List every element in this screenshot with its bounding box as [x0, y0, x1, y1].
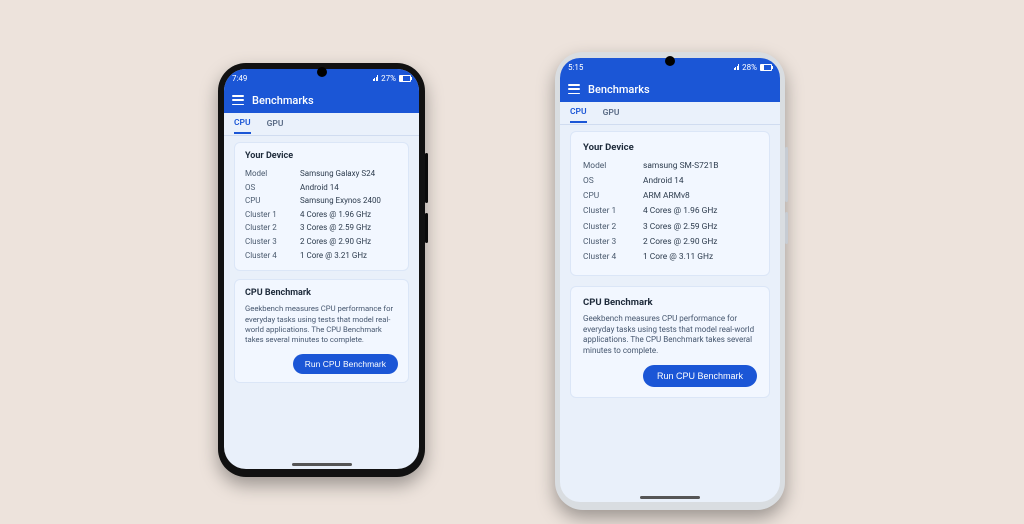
camera-hole	[317, 67, 327, 77]
phone-left-screen: 7:49 27% Benchmarks CPU GPU Your Device …	[224, 69, 419, 469]
spec-row: Cluster 14 Cores @ 1.96 GHz	[245, 208, 398, 222]
spec-value: 3 Cores @ 2.59 GHz	[643, 220, 757, 235]
comparison-surface: 7:49 27% Benchmarks CPU GPU Your Device …	[0, 0, 1024, 524]
spec-label: Cluster 2	[583, 220, 643, 235]
spec-row: Modelsamsung SM-S721B	[583, 159, 757, 174]
app-bar: Benchmarks	[224, 87, 419, 113]
run-cpu-benchmark-button[interactable]: Run CPU Benchmark	[643, 365, 757, 387]
spec-value: ARM ARMv8	[643, 189, 757, 204]
benchmark-description: Geekbench measures CPU performance for e…	[583, 314, 757, 357]
status-time: 5:15	[568, 63, 583, 72]
spec-value: 2 Cores @ 2.90 GHz	[300, 235, 398, 249]
app-title: Benchmarks	[588, 83, 650, 96]
spec-value: 1 Core @ 3.11 GHz	[643, 250, 757, 265]
content-area: Your Device ModelSamsung Galaxy S24 OSAn…	[224, 136, 419, 399]
status-right: 28%	[734, 63, 772, 72]
spec-value: samsung SM-S721B	[643, 159, 757, 174]
tabs: CPU GPU	[560, 102, 780, 125]
device-card: Your Device Modelsamsung SM-S721B OSAndr…	[570, 131, 770, 276]
nav-handle[interactable]	[292, 463, 352, 466]
battery-icon	[399, 75, 411, 82]
benchmark-card: CPU Benchmark Geekbench measures CPU per…	[570, 286, 770, 398]
spec-label: Cluster 3	[583, 235, 643, 250]
spec-value: Samsung Exynos 2400	[300, 194, 398, 208]
spec-row: Cluster 23 Cores @ 2.59 GHz	[245, 221, 398, 235]
status-time: 7:49	[232, 74, 247, 83]
spec-label: Model	[245, 167, 300, 181]
spec-row: Cluster 41 Core @ 3.11 GHz	[583, 250, 757, 265]
menu-icon[interactable]	[232, 95, 244, 105]
battery-pct: 27%	[381, 74, 396, 83]
device-card-title: Your Device	[245, 151, 398, 161]
spec-label: Cluster 1	[583, 204, 643, 219]
spec-label: Cluster 4	[245, 249, 300, 263]
spec-row: Cluster 32 Cores @ 2.90 GHz	[245, 235, 398, 249]
spec-value: Samsung Galaxy S24	[300, 167, 398, 181]
content-area: Your Device Modelsamsung SM-S721B OSAndr…	[560, 125, 780, 416]
spec-label: Cluster 3	[245, 235, 300, 249]
tab-gpu[interactable]: GPU	[603, 104, 620, 122]
spec-label: Model	[583, 159, 643, 174]
device-card: Your Device ModelSamsung Galaxy S24 OSAn…	[234, 142, 409, 271]
spec-row: ModelSamsung Galaxy S24	[245, 167, 398, 181]
app-title: Benchmarks	[252, 94, 314, 107]
signal-icon	[373, 75, 379, 81]
app-bar: Benchmarks	[560, 76, 780, 102]
tab-cpu[interactable]: CPU	[570, 103, 587, 123]
tabs: CPU GPU	[224, 113, 419, 136]
spec-label: CPU	[583, 189, 643, 204]
phone-right-screen: 5:15 28% Benchmarks CPU GPU Your Device …	[560, 58, 780, 502]
spec-value: 2 Cores @ 2.90 GHz	[643, 235, 757, 250]
benchmark-card: CPU Benchmark Geekbench measures CPU per…	[234, 279, 409, 383]
spec-row: Cluster 14 Cores @ 1.96 GHz	[583, 204, 757, 219]
spec-label: OS	[245, 181, 300, 195]
tab-gpu[interactable]: GPU	[267, 115, 284, 133]
spec-row: Cluster 41 Core @ 3.21 GHz	[245, 249, 398, 263]
nav-handle[interactable]	[640, 496, 700, 499]
spec-value: 4 Cores @ 1.96 GHz	[643, 204, 757, 219]
status-right: 27%	[373, 74, 411, 83]
run-cpu-benchmark-button[interactable]: Run CPU Benchmark	[293, 354, 398, 374]
spec-value: Android 14	[300, 181, 398, 195]
benchmark-card-title: CPU Benchmark	[245, 288, 398, 298]
signal-icon	[734, 64, 740, 70]
spec-row: CPUARM ARMv8	[583, 189, 757, 204]
spec-label: OS	[583, 174, 643, 189]
benchmark-card-title: CPU Benchmark	[583, 297, 757, 308]
spec-row: Cluster 32 Cores @ 2.90 GHz	[583, 235, 757, 250]
device-card-title: Your Device	[583, 142, 757, 153]
camera-hole	[665, 56, 675, 66]
spec-label: CPU	[245, 194, 300, 208]
tab-cpu[interactable]: CPU	[234, 114, 251, 134]
spec-row: CPUSamsung Exynos 2400	[245, 194, 398, 208]
battery-icon	[760, 64, 772, 71]
spec-label: Cluster 2	[245, 221, 300, 235]
spec-value: 3 Cores @ 2.59 GHz	[300, 221, 398, 235]
phone-right: 5:15 28% Benchmarks CPU GPU Your Device …	[555, 52, 785, 510]
spec-value: 4 Cores @ 1.96 GHz	[300, 208, 398, 222]
spec-row: OSAndroid 14	[245, 181, 398, 195]
spec-row: OSAndroid 14	[583, 174, 757, 189]
spec-value: Android 14	[643, 174, 757, 189]
spec-label: Cluster 1	[245, 208, 300, 222]
spec-row: Cluster 23 Cores @ 2.59 GHz	[583, 220, 757, 235]
spec-label: Cluster 4	[583, 250, 643, 265]
battery-pct: 28%	[742, 63, 757, 72]
benchmark-description: Geekbench measures CPU performance for e…	[245, 304, 398, 346]
spec-value: 1 Core @ 3.21 GHz	[300, 249, 398, 263]
phone-left: 7:49 27% Benchmarks CPU GPU Your Device …	[218, 63, 425, 477]
menu-icon[interactable]	[568, 84, 580, 94]
